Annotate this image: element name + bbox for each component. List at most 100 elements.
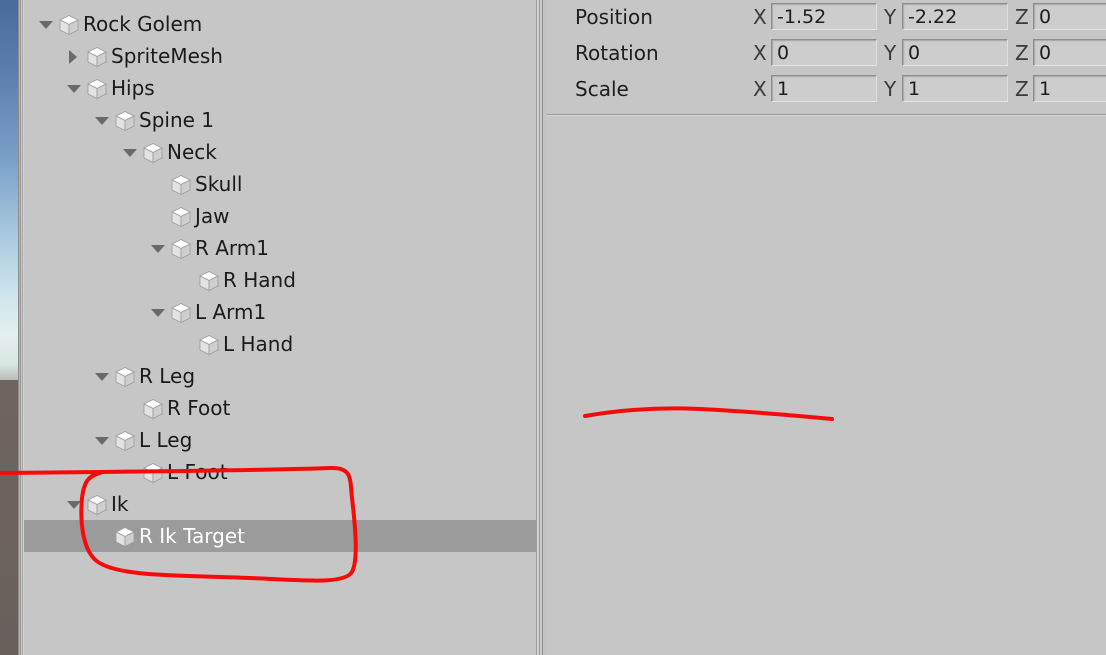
gameobject-cube-icon [114,526,136,548]
input-value: 0 [1039,42,1052,64]
gameobject-cube-icon [86,46,108,68]
transform-row-label: Scale [575,77,629,101]
hierarchy-item-label: Neck [167,140,217,164]
hierarchy-item-label: Jaw [195,204,230,228]
transform-row-label: Position [575,5,653,29]
transform-rotation-z-input[interactable]: 0 [1033,39,1106,66]
toggle-spacer [92,520,114,552]
transform-position-z-input[interactable]: 0 [1033,3,1106,30]
inspector-panel[interactable]: Position X -1.52 Y -2.22 Z 0 Rotation X 0 Y 0 Z 0 Scal… [547,0,1106,655]
gameobject-cube-icon [86,494,108,516]
chevron-down-icon[interactable] [148,232,170,264]
hierarchy-item[interactable]: Ik [24,488,536,520]
hierarchy-item[interactable]: Neck [24,136,536,168]
gameobject-cube-icon [58,14,80,36]
gameobject-cube-icon [142,398,164,420]
hierarchy-item-label: R Leg [139,364,196,388]
gameobject-cube-icon [198,270,220,292]
chevron-down-icon[interactable] [92,104,114,136]
chevron-down-icon[interactable] [64,72,86,104]
transform-row-label: Rotation [575,41,659,65]
transform-row: Scale X 1 Y 1 Z 1 [547,72,1106,106]
hierarchy-item-label: L Leg [139,428,193,452]
chevron-down-icon[interactable] [148,296,170,328]
transform-row: Rotation X 0 Y 0 Z 0 [547,36,1106,70]
gameobject-cube-icon [170,238,192,260]
hierarchy-item[interactable]: Jaw [24,200,536,232]
hierarchy-item-label: Skull [195,172,243,196]
input-value: 1 [908,78,921,100]
gameobject-cube-icon [142,462,164,484]
hierarchy-item-label: Hips [111,76,155,100]
input-value: -1.52 [777,6,827,28]
hierarchy-item[interactable]: SpriteMesh [24,40,536,72]
transform-row: Position X -1.52 Y -2.22 Z 0 [547,0,1106,34]
gameobject-cube-icon [114,110,136,132]
hierarchy-item-label: Ik [111,492,129,516]
chevron-down-icon[interactable] [64,488,86,520]
scene-ground [0,380,18,655]
gameobject-cube-icon [170,174,192,196]
transform-position-x-input[interactable]: -1.52 [771,3,877,30]
input-value: -2.22 [908,6,958,28]
hierarchy-item-label: R Arm1 [195,236,270,260]
hierarchy-item[interactable]: R Leg [24,360,536,392]
input-value: 0 [1039,6,1052,28]
axis-label-x: X [753,77,767,101]
toggle-spacer [176,328,198,360]
hierarchy-item-label: R Foot [167,396,231,420]
chevron-down-icon[interactable] [120,136,142,168]
hierarchy-panel[interactable]: Rock Golem SpriteMesh Hips Spine 1 Neck Skull… [24,0,536,655]
axis-label-z: Z [1015,41,1029,65]
hierarchy-item-label: L Hand [223,332,294,356]
hierarchy-item[interactable]: Hips [24,72,536,104]
hierarchy-item[interactable]: L Hand [24,328,536,360]
axis-label-y: Y [884,77,897,101]
hierarchy-item[interactable]: L Leg [24,424,536,456]
hierarchy-item-label: SpriteMesh [111,44,223,68]
chevron-down-icon[interactable] [36,8,58,40]
hierarchy-item[interactable]: Spine 1 [24,104,536,136]
chevron-down-icon[interactable] [92,360,114,392]
unity-editor-screenshot: Rock Golem SpriteMesh Hips Spine 1 Neck Skull… [0,0,1106,655]
scene-view-sliver[interactable] [0,0,18,655]
hierarchy-item[interactable]: Skull [24,168,536,200]
input-value: 0 [908,42,921,64]
hierarchy-item[interactable]: Rock Golem [24,8,536,40]
gameobject-cube-icon [114,430,136,452]
hierarchy-item-label: Rock Golem [83,12,203,36]
hierarchy-item-selected[interactable]: R Ik Target [24,520,536,552]
toggle-spacer [148,200,170,232]
input-value: 0 [777,42,790,64]
input-value: 1 [777,78,790,100]
transform-rotation-y-input[interactable]: 0 [902,39,1008,66]
hierarchy-item-label: L Arm1 [195,300,267,324]
transform-rotation-x-input[interactable]: 0 [771,39,877,66]
hierarchy-item[interactable]: L Arm1 [24,296,536,328]
transform-scale-y-input[interactable]: 1 [902,75,1008,102]
transform-component: Position X -1.52 Y -2.22 Z 0 Rotation X 0 Y 0 Z 0 Scal… [547,0,1106,114]
hierarchy-item[interactable]: R Foot [24,392,536,424]
input-value: 1 [1039,78,1052,100]
transform-scale-z-input[interactable]: 1 [1033,75,1106,102]
hierarchy-item-label: L Foot [167,460,228,484]
toggle-spacer [120,392,142,424]
transform-scale-x-input[interactable]: 1 [771,75,877,102]
axis-label-y: Y [884,5,897,29]
axis-label-y: Y [884,41,897,65]
transform-position-y-input[interactable]: -2.22 [902,3,1008,30]
toggle-spacer [148,168,170,200]
section-divider [547,115,1106,116]
axis-label-z: Z [1015,77,1029,101]
hierarchy-item-label: Spine 1 [139,108,215,132]
hierarchy-item[interactable]: R Hand [24,264,536,296]
hierarchy-item-label: R Ik Target [139,524,245,548]
hierarchy-item[interactable]: R Arm1 [24,232,536,264]
chevron-down-icon[interactable] [92,424,114,456]
chevron-right-icon[interactable] [64,40,86,72]
gameobject-cube-icon [170,206,192,228]
hierarchy-item[interactable]: L Foot [24,456,536,488]
gameobject-cube-icon [114,366,136,388]
axis-label-z: Z [1015,5,1029,29]
hierarchy-item-label: R Hand [223,268,296,292]
